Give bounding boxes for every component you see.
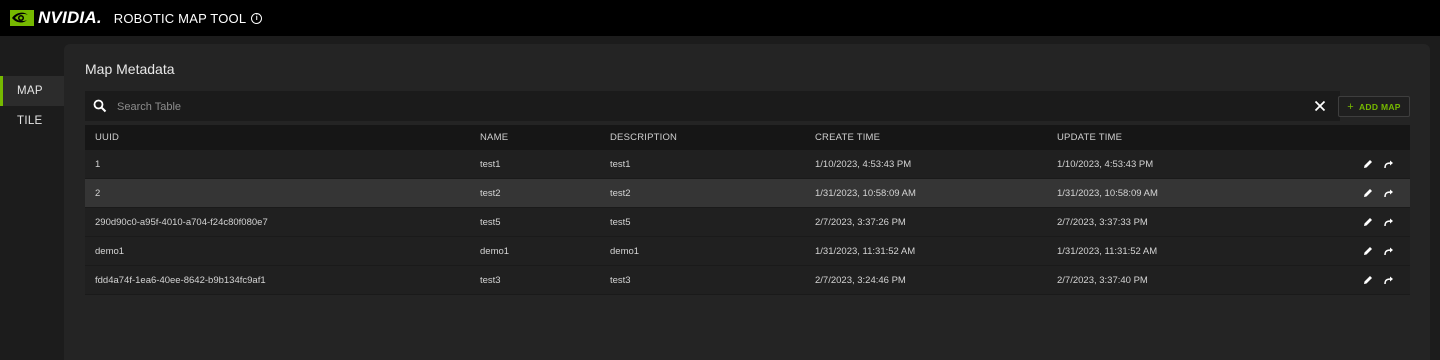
row-actions xyxy=(1362,274,1395,286)
left-nav: MAP TILE xyxy=(0,36,64,360)
cell-create-time: 2/7/2023, 3:24:46 PM xyxy=(815,274,906,286)
column-header-name[interactable]: NAME xyxy=(480,132,508,143)
table-row[interactable]: 290d90c0-a95f-4010-a704-f24c80f080e7 tes… xyxy=(85,208,1410,237)
row-actions xyxy=(1362,187,1395,199)
search-icon xyxy=(93,99,107,113)
cell-uuid: 1 xyxy=(95,158,101,170)
edit-icon[interactable] xyxy=(1362,187,1374,199)
cell-update-time: 2/7/2023, 3:37:33 PM xyxy=(1057,216,1148,228)
cell-name: test2 xyxy=(480,187,501,199)
cell-update-time: 1/10/2023, 4:53:43 PM xyxy=(1057,158,1154,170)
cell-description: test5 xyxy=(610,216,631,228)
edit-icon[interactable] xyxy=(1362,158,1374,170)
cell-uuid: fdd4a74f-1ea6-40ee-8642-b9b134fc9af1 xyxy=(95,274,266,286)
map-table: UUID NAME DESCRIPTION CREATE TIME UPDATE… xyxy=(85,125,1410,295)
cell-description: test1 xyxy=(610,158,631,170)
nav-item-label: MAP xyxy=(17,85,43,97)
cell-name: demo1 xyxy=(480,245,510,257)
nav-item-tile[interactable]: TILE xyxy=(0,106,64,136)
cell-uuid: 2 xyxy=(95,187,101,199)
table-header: UUID NAME DESCRIPTION CREATE TIME UPDATE… xyxy=(85,125,1410,150)
nvidia-eye-icon xyxy=(10,10,34,26)
row-actions xyxy=(1362,245,1395,257)
cell-description: test2 xyxy=(610,187,631,199)
column-header-description[interactable]: DESCRIPTION xyxy=(610,132,677,143)
cell-create-time: 2/7/2023, 3:37:26 PM xyxy=(815,216,906,228)
table-row[interactable]: 2 test2 test2 1/31/2023, 10:58:09 AM 1/3… xyxy=(85,179,1410,208)
share-icon[interactable] xyxy=(1383,245,1395,257)
brand-name: NVIDIA. xyxy=(38,8,102,27)
edit-icon[interactable] xyxy=(1362,274,1374,286)
cell-name: test5 xyxy=(480,216,501,228)
info-icon[interactable]: i xyxy=(251,12,263,24)
cell-create-time: 1/10/2023, 4:53:43 PM xyxy=(815,158,912,170)
cell-create-time: 1/31/2023, 11:31:52 AM xyxy=(815,245,916,257)
page-title: Map Metadata xyxy=(85,61,175,77)
plus-icon: + xyxy=(1347,100,1354,113)
share-icon[interactable] xyxy=(1383,274,1395,286)
row-actions xyxy=(1362,158,1395,170)
search-input[interactable] xyxy=(115,91,1219,123)
table-row[interactable]: demo1 demo1 demo1 1/31/2023, 11:31:52 AM… xyxy=(85,237,1410,266)
nvidia-logo[interactable]: NVIDIA. xyxy=(10,8,102,28)
column-header-update-time[interactable]: UPDATE TIME xyxy=(1057,132,1122,143)
cell-uuid: 290d90c0-a95f-4010-a704-f24c80f080e7 xyxy=(95,216,268,228)
app-title: ROBOTIC MAP TOOL xyxy=(113,10,247,26)
search-bar xyxy=(85,91,1340,123)
cell-name: test1 xyxy=(480,158,501,170)
column-header-create-time[interactable]: CREATE TIME xyxy=(815,132,880,143)
cell-description: test3 xyxy=(610,274,631,286)
cell-update-time: 1/31/2023, 10:58:09 AM xyxy=(1057,187,1158,199)
cell-create-time: 1/31/2023, 10:58:09 AM xyxy=(815,187,916,199)
share-icon[interactable] xyxy=(1383,158,1395,170)
cell-name: test3 xyxy=(480,274,501,286)
nav-item-label: TILE xyxy=(17,115,43,127)
nav-item-map[interactable]: MAP xyxy=(0,76,64,106)
row-actions xyxy=(1362,216,1395,228)
top-bar: NVIDIA. ROBOTIC MAP TOOL i xyxy=(0,0,1440,36)
cell-uuid: demo1 xyxy=(95,245,125,257)
cell-update-time: 2/7/2023, 3:37:40 PM xyxy=(1057,274,1148,286)
edit-icon[interactable] xyxy=(1362,245,1374,257)
cell-description: demo1 xyxy=(610,245,640,257)
add-map-label: ADD MAP xyxy=(1358,101,1401,112)
edit-icon[interactable] xyxy=(1362,216,1374,228)
table-row[interactable]: 1 test1 test1 1/10/2023, 4:53:43 PM 1/10… xyxy=(85,150,1410,179)
column-header-uuid[interactable]: UUID xyxy=(95,132,119,143)
map-metadata-panel: Map Metadata + ADD MAP UUID NAME DESCRIP… xyxy=(64,44,1430,360)
share-icon[interactable] xyxy=(1383,187,1395,199)
share-icon[interactable] xyxy=(1383,216,1395,228)
clear-search-icon[interactable] xyxy=(1314,100,1326,112)
table-row[interactable]: fdd4a74f-1ea6-40ee-8642-b9b134fc9af1 tes… xyxy=(85,266,1410,295)
cell-update-time: 1/31/2023, 11:31:52 AM xyxy=(1057,245,1158,257)
add-map-button[interactable]: + ADD MAP xyxy=(1338,96,1410,117)
